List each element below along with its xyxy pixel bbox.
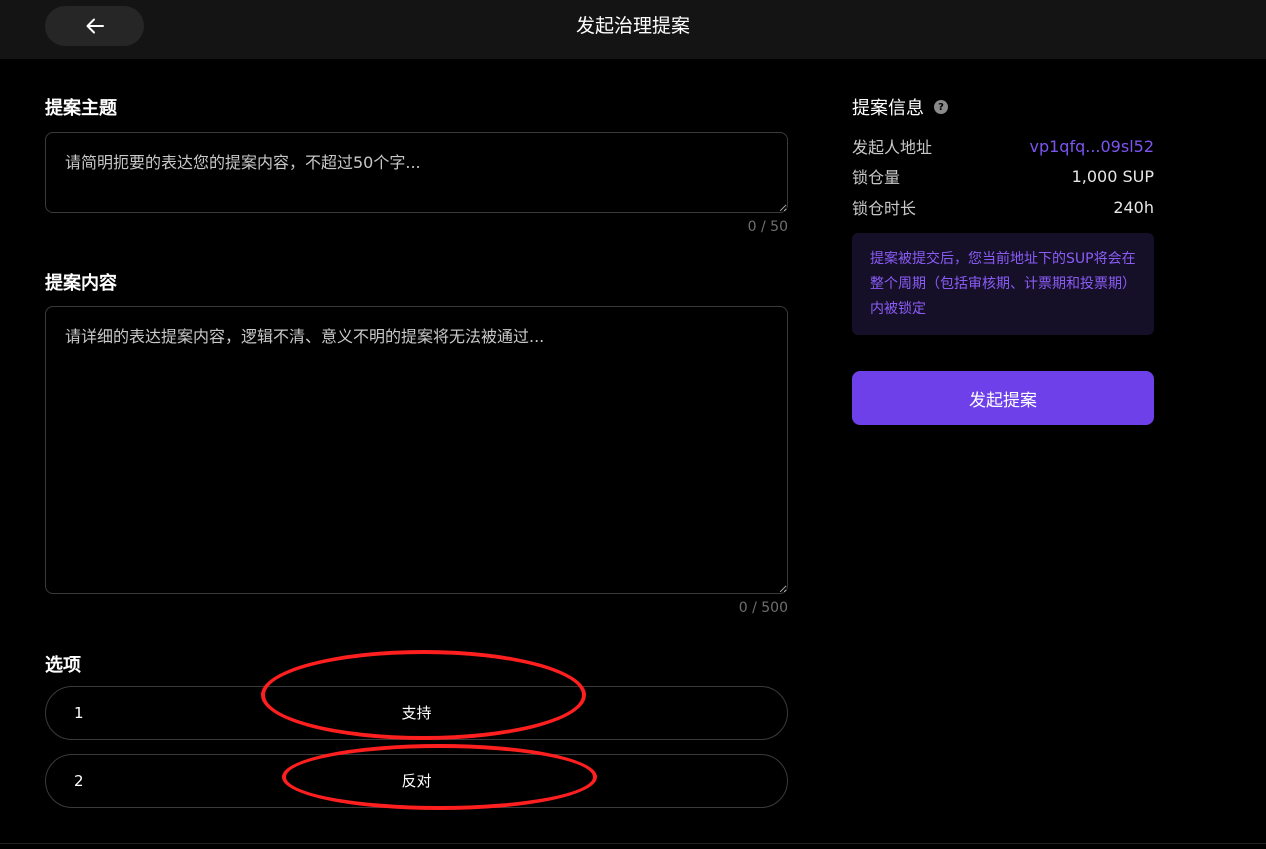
subject-input[interactable] bbox=[45, 132, 788, 213]
subject-counter: 0 / 50 bbox=[747, 219, 788, 235]
info-key: 锁仓时长 bbox=[852, 199, 917, 218]
options-label: 选项 bbox=[45, 655, 81, 676]
option-text: 支持 bbox=[401, 704, 432, 722]
question-circle-icon[interactable]: ? bbox=[934, 100, 948, 114]
divider bbox=[0, 843, 1266, 844]
info-row-lock-amount: 锁仓量 1,000 SUP bbox=[852, 164, 1154, 188]
submit-proposal-button[interactable]: 发起提案 bbox=[852, 371, 1154, 425]
initiator-address-link[interactable]: vp1qfq...09sl52 bbox=[1029, 137, 1154, 156]
info-title: 提案信息 ? bbox=[852, 94, 948, 120]
subject-label: 提案主题 bbox=[45, 98, 117, 119]
info-row-address: 发起人地址 vp1qfq...09sl52 bbox=[852, 134, 1154, 158]
content-counter: 0 / 500 bbox=[738, 600, 788, 616]
info-value: 1,000 SUP bbox=[1071, 166, 1154, 186]
info-key: 锁仓量 bbox=[852, 168, 901, 187]
info-title-text: 提案信息 bbox=[852, 98, 924, 119]
top-bar: 发起治理提案 bbox=[0, 0, 1266, 59]
info-key: 发起人地址 bbox=[852, 138, 933, 157]
option-item-support[interactable]: 1 支持 bbox=[45, 686, 788, 740]
lock-notice: 提案被提交后，您当前地址下的SUP将会在整个周期（包括审核期、计票期和投票期）内… bbox=[852, 233, 1154, 335]
info-row-lock-duration: 锁仓时长 240h bbox=[852, 195, 1154, 219]
info-value: 240h bbox=[1113, 197, 1154, 217]
option-item-oppose[interactable]: 2 反对 bbox=[45, 754, 788, 808]
content-input[interactable] bbox=[45, 306, 788, 594]
content-label: 提案内容 bbox=[45, 273, 117, 294]
option-text: 反对 bbox=[401, 772, 432, 790]
page-title: 发起治理提案 bbox=[575, 15, 690, 37]
